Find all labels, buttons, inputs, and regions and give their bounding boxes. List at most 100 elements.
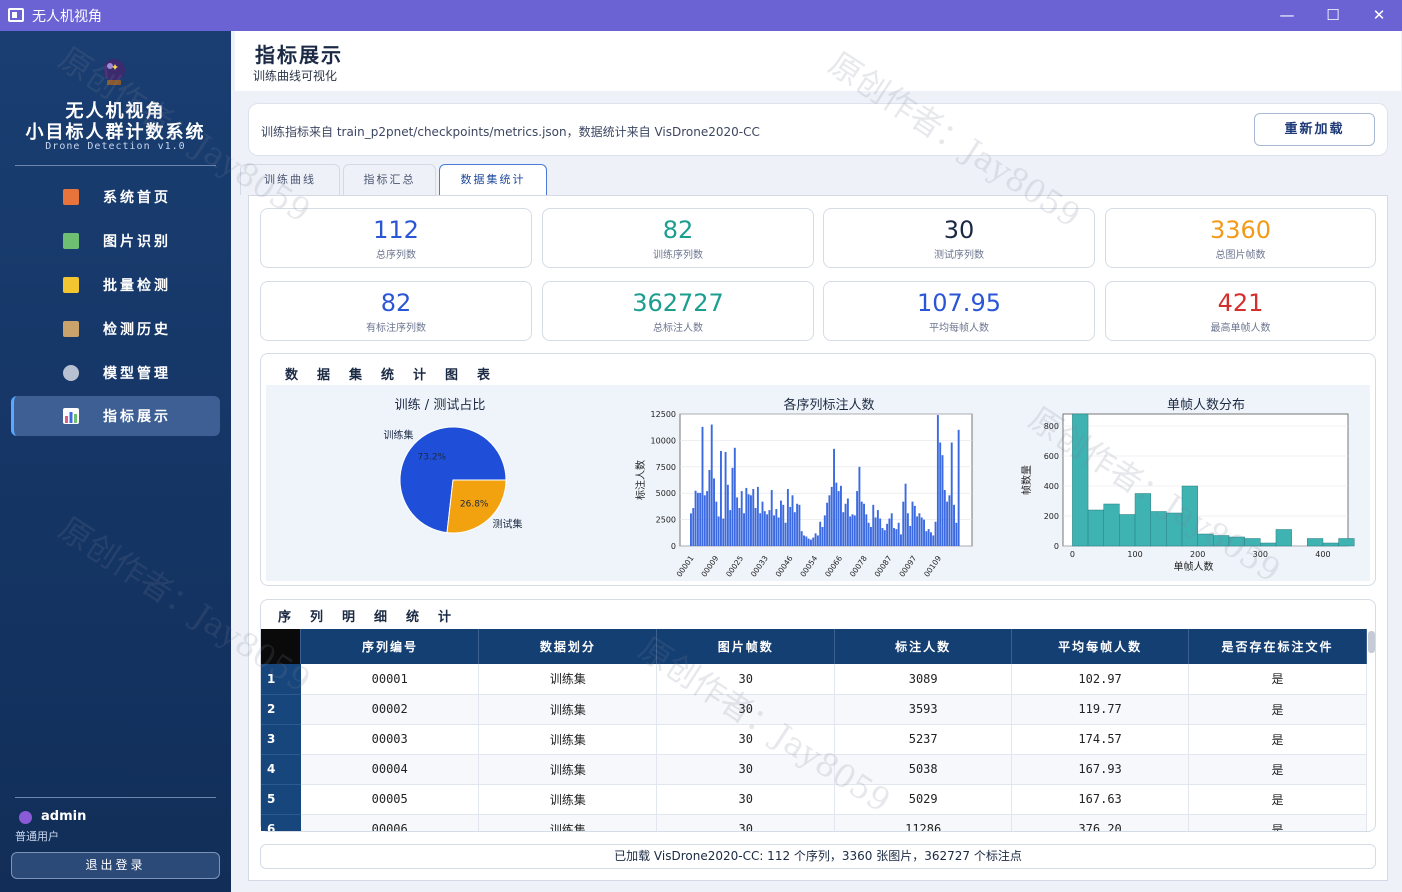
table-row[interactable]: 4 00004 训练集 30 5038 167.93 是 xyxy=(261,754,1367,785)
stat-card-total-annotations: 362727 总标注人数 xyxy=(542,281,814,341)
x-tick-label: 00087 xyxy=(873,554,894,579)
crystal-ball-icon xyxy=(103,59,125,85)
stat-card-test-sequences: 30 测试序列数 xyxy=(823,208,1095,268)
bar xyxy=(694,490,697,546)
column-header[interactable]: 标注人数 xyxy=(834,629,1013,664)
sidebar-item-metrics[interactable]: 指标展示 xyxy=(11,396,220,436)
bar xyxy=(833,448,835,546)
window-title: 无人机视角 xyxy=(32,9,102,25)
bar xyxy=(738,507,741,546)
y-axis-label: 标注人数 xyxy=(634,460,647,500)
column-header[interactable]: 序列编号 xyxy=(300,629,480,664)
y-tick-label: 400 xyxy=(1044,482,1059,491)
bar xyxy=(805,536,808,546)
column-header[interactable]: 平均每帧人数 xyxy=(1011,629,1190,664)
bar xyxy=(713,478,715,546)
sidebar-item-history[interactable]: 检测历史 xyxy=(11,309,220,349)
cell-annotations: 5038 xyxy=(834,754,1013,785)
x-tick-label: 00009 xyxy=(699,554,720,579)
tab-training-curve[interactable]: 训练曲线 xyxy=(240,164,340,195)
bar xyxy=(798,504,801,546)
cell-has-annotation: 是 xyxy=(1188,784,1367,815)
bar xyxy=(911,501,914,546)
bar xyxy=(920,517,923,546)
bar xyxy=(897,522,900,546)
bar xyxy=(756,486,759,546)
cell-frames: 30 xyxy=(656,814,836,831)
stat-value: 3360 xyxy=(1209,216,1272,244)
cell-avg: 167.63 xyxy=(1011,784,1190,815)
bar xyxy=(939,442,942,546)
cell-split: 训练集 xyxy=(478,784,658,815)
bar xyxy=(810,539,812,546)
bar xyxy=(886,523,889,546)
y-tick-label: 7500 xyxy=(656,463,676,472)
bar xyxy=(724,452,727,546)
status-bar: 已加载 VisDrone2020-CC: 112 个序列，3360 张图片，36… xyxy=(260,844,1376,869)
stat-card-total-sequences: 112 总序列数 xyxy=(260,208,532,268)
bar xyxy=(925,531,928,546)
sidebar-item-home[interactable]: 系统首页 xyxy=(11,177,220,217)
reload-button[interactable]: 重新加载 xyxy=(1254,113,1375,146)
sidebar-item-image-recognition[interactable]: 图片识别 xyxy=(11,221,220,261)
cell-annotations: 11286 xyxy=(834,814,1013,831)
column-header[interactable]: 数据划分 xyxy=(478,629,658,664)
table-scrollbar[interactable] xyxy=(1368,631,1375,653)
cell-split: 训练集 xyxy=(478,664,658,695)
x-tick-label: 0 xyxy=(1070,550,1075,559)
row-number: 5 xyxy=(261,784,301,815)
bar xyxy=(763,511,766,546)
sidebar-divider xyxy=(15,165,216,166)
logout-button[interactable]: 退出登录 xyxy=(11,852,220,879)
stat-value: 112 xyxy=(373,216,419,244)
cell-avg: 102.97 xyxy=(1011,664,1190,695)
bar xyxy=(918,513,921,546)
y-tick-label: 10000 xyxy=(651,436,676,445)
sidebar-item-model-management[interactable]: 模型管理 xyxy=(11,353,220,393)
avatar xyxy=(19,811,32,824)
bar xyxy=(761,501,764,546)
tab-dataset-stats[interactable]: 数据集统计 xyxy=(439,164,547,196)
row-number: 2 xyxy=(261,694,301,725)
bar xyxy=(946,501,949,546)
stat-label: 平均每帧人数 xyxy=(929,323,989,334)
table-row[interactable]: 1 00001 训练集 30 3089 102.97 是 xyxy=(261,664,1367,695)
bar xyxy=(819,521,822,546)
x-tick-label: 00046 xyxy=(774,554,795,579)
tab-metrics-summary[interactable]: 指标汇总 xyxy=(343,164,436,195)
table-row[interactable]: 3 00003 训练集 30 5237 174.57 是 xyxy=(261,724,1367,755)
cell-split: 训练集 xyxy=(478,694,658,725)
table-row[interactable]: 2 00002 训练集 30 3593 119.77 是 xyxy=(261,694,1367,725)
cell-annotations: 5029 xyxy=(834,784,1013,815)
pie-chart-title: 训练 / 测试占比 xyxy=(394,398,486,413)
x-tick-label: 00097 xyxy=(897,554,918,579)
page-header: 指标展示 训练曲线可视化 xyxy=(235,31,1401,91)
bar xyxy=(904,483,907,546)
bar xyxy=(699,492,702,546)
bar xyxy=(913,505,916,546)
bar xyxy=(743,513,745,546)
table-row[interactable]: 6 00006 训练集 30 11286 376.20 是 xyxy=(261,814,1367,831)
user-name: admin xyxy=(41,809,87,824)
bar xyxy=(766,514,769,546)
table-row[interactable]: 5 00005 训练集 30 5029 167.63 是 xyxy=(261,784,1367,815)
sidebar-divider-bottom xyxy=(15,797,216,798)
cell-has-annotation: 是 xyxy=(1188,664,1367,695)
bar xyxy=(791,495,794,546)
stat-value: 82 xyxy=(380,289,412,317)
x-axis-label: 单帧人数 xyxy=(1174,560,1214,573)
stat-value: 82 xyxy=(662,216,694,244)
stat-label: 最高单帧人数 xyxy=(1210,323,1271,334)
sidebar: 无人机视角 小目标人群计数系统 Drone Detection v1.0 系统首… xyxy=(0,31,231,892)
table-viewport[interactable]: 序列编号 数据划分 图片帧数 标注人数 平均每帧人数 是否存在标注文件 1 00… xyxy=(261,629,1367,831)
minimize-button[interactable]: — xyxy=(1264,0,1310,31)
column-header[interactable]: 图片帧数 xyxy=(656,629,836,664)
column-header[interactable]: 是否存在标注文件 xyxy=(1188,629,1367,664)
sidebar-item-batch-detection[interactable]: 批量检测 xyxy=(11,265,220,305)
x-tick-label: 400 xyxy=(1315,550,1330,559)
maximize-button[interactable]: ☐ xyxy=(1310,0,1356,31)
chart-section-title: 数据集统计图表 xyxy=(285,368,510,383)
histogram-bar xyxy=(1322,542,1339,547)
close-button[interactable]: ✕ xyxy=(1356,0,1402,31)
house-icon xyxy=(63,189,79,205)
